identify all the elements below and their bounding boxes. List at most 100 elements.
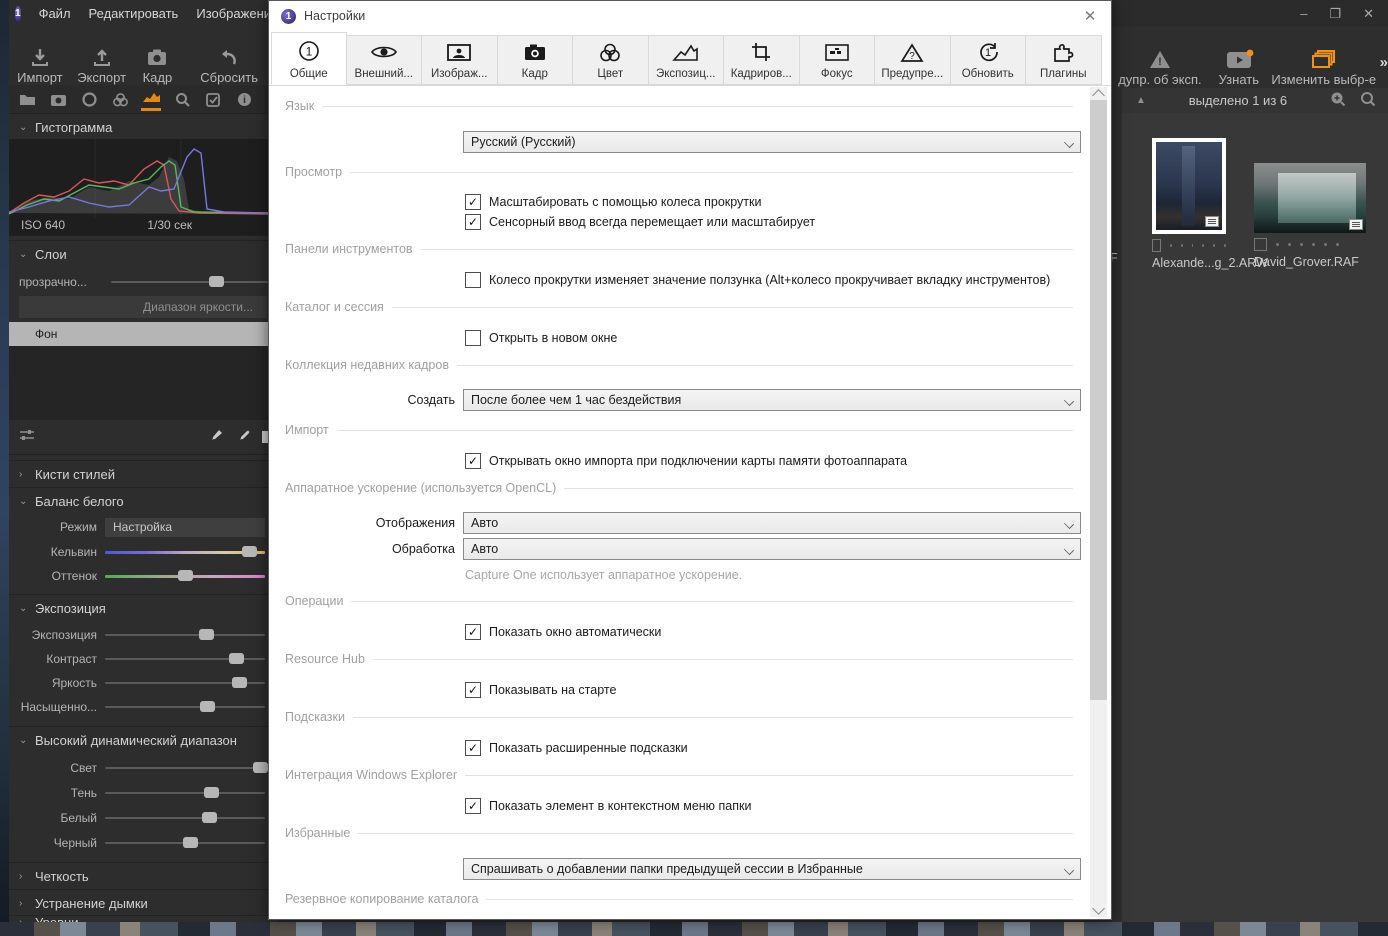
contrast-slider[interactable] <box>105 653 265 664</box>
checkbox-icon[interactable]: ✓ <box>465 453 481 469</box>
select-checkbox[interactable] <box>1254 238 1267 251</box>
tab-plugins[interactable]: Плагины <box>1026 35 1102 85</box>
checkbox-icon[interactable]: ✓ <box>465 214 481 230</box>
thumbnail-image-waterfall[interactable] <box>1254 163 1366 233</box>
tab-appearance[interactable]: Внешний... <box>346 35 422 85</box>
checkbox-show-window-auto[interactable]: ✓ Показать окно автоматически <box>465 624 661 640</box>
import-button[interactable]: Импорт <box>9 47 71 85</box>
checkbox-open-new-window[interactable]: Открыть в новом окне <box>465 330 617 346</box>
maximize-button[interactable]: ❐ <box>1329 6 1341 22</box>
tab-general[interactable]: 1 Общие <box>271 32 347 85</box>
tab-warnings[interactable]: ? Предупре... <box>875 35 951 85</box>
capture-button[interactable]: Кадр <box>133 47 183 85</box>
thumbnail-item[interactable]: Alexande...g_2.ARW <box>1152 138 1268 270</box>
info-tab-icon[interactable]: i <box>234 90 254 108</box>
checkbox-extended-tooltips[interactable]: ✓ Показать расширенные подсказки <box>465 740 688 756</box>
minimize-button[interactable]: – <box>1300 6 1307 21</box>
color-tab-icon[interactable] <box>110 90 130 108</box>
rating-row[interactable] <box>1254 238 1368 251</box>
tab-exposure[interactable]: Экспозиц... <box>648 35 724 85</box>
exposure-section-header[interactable]: ⌄ Экспозиция <box>9 594 278 621</box>
checkbox-icon[interactable] <box>465 272 481 288</box>
tab-update[interactable]: 1 Обновить <box>950 35 1026 85</box>
magic-brush-icon[interactable] <box>234 428 252 447</box>
tab-focus[interactable]: Фокус <box>799 35 875 85</box>
language-select[interactable]: Русский (Русский) <box>463 131 1081 153</box>
white-balance-section-header[interactable]: ⌄ Баланс белого <box>9 487 278 514</box>
exposure-tab-icon-active[interactable] <box>141 88 161 111</box>
filmstrip[interactable] <box>0 922 1388 936</box>
style-brushes-section-header[interactable]: › Кисти стилей <box>9 460 278 487</box>
exposure-slider[interactable] <box>105 629 265 640</box>
dialog-titlebar[interactable]: 1 Настройки <box>269 1 1111 31</box>
checkbox-icon[interactable]: ✓ <box>465 194 481 210</box>
library-tab-icon[interactable] <box>17 90 37 108</box>
layer-opacity-row: прозрачно... <box>9 270 268 294</box>
thumbnail-item[interactable]: David_Grover.RAF <box>1254 163 1368 269</box>
checkbox-icon[interactable]: ✓ <box>465 682 481 698</box>
wb-mode-select[interactable]: Настройка <box>105 517 265 537</box>
tab-crop[interactable]: Кадриров... <box>724 35 800 85</box>
menu-edit[interactable]: Редактировать <box>89 6 179 21</box>
clarity-section-header[interactable]: › Четкость <box>9 862 278 889</box>
scroll-down-icon[interactable] <box>1092 902 1105 915</box>
checkbox-show-on-start[interactable]: ✓ Показывать на старте <box>465 682 616 698</box>
dialog-scrollbar[interactable] <box>1090 87 1107 917</box>
layers-section-header[interactable]: ⌄ Слои <box>9 240 278 267</box>
edit-selected-button[interactable]: Изменить выбр-е <box>1270 49 1378 87</box>
kelvin-slider[interactable] <box>105 545 265 557</box>
tab-capture[interactable]: Кадр <box>497 35 573 85</box>
menu-file[interactable]: Файл <box>39 6 71 21</box>
search-icon[interactable] <box>1360 91 1376 110</box>
collapse-up-icon[interactable]: ▲ <box>1136 95 1146 106</box>
export-button[interactable]: Экспорт <box>71 47 133 85</box>
lens-tab-icon[interactable] <box>79 90 99 108</box>
checkbox-icon[interactable]: ✓ <box>465 798 481 814</box>
draw-mask-icon[interactable] <box>208 428 224 447</box>
highlight-slider[interactable] <box>105 762 269 773</box>
favorites-select[interactable]: Спрашивать о добавлении папки предыдущей… <box>463 858 1081 880</box>
brightness-slider[interactable] <box>105 677 265 688</box>
details-tab-icon[interactable] <box>172 90 192 108</box>
luma-range-button[interactable]: Диапазон яркости... <box>19 296 267 318</box>
capture-tab-icon[interactable] <box>48 90 68 108</box>
dialog-close-button[interactable]: ✕ <box>1077 5 1103 27</box>
black-slider[interactable] <box>105 837 265 848</box>
shadow-slider[interactable] <box>105 787 265 798</box>
hdr-section-header[interactable]: ⌄ Высокий динамический диапазон <box>9 726 278 753</box>
rating-row[interactable] <box>1152 239 1226 252</box>
white-slider[interactable] <box>105 812 265 823</box>
close-button[interactable]: ✕ <box>1363 6 1374 22</box>
select-checkbox[interactable] <box>1152 239 1161 252</box>
checkbox-icon[interactable] <box>465 330 481 346</box>
menu-image[interactable]: Изображение <box>196 6 274 21</box>
scrollbar-thumb[interactable] <box>1090 100 1107 700</box>
checkbox-touch-pan[interactable]: ✓ Сенсорный ввод всегда перемещает или м… <box>465 214 815 230</box>
opacity-slider[interactable] <box>111 276 268 287</box>
chevron-down-icon: ⌄ <box>19 121 28 133</box>
checkbox-scroll-zoom[interactable]: ✓ Масштабировать с помощью колеса прокру… <box>465 194 761 210</box>
saturation-slider[interactable] <box>105 701 265 712</box>
processing-select[interactable]: Авто <box>463 538 1081 560</box>
learn-button[interactable]: Узнать <box>1208 49 1270 87</box>
display-select[interactable]: Авто <box>463 512 1081 534</box>
checkbox-context-menu-item[interactable]: ✓ Показать элемент в контекстном меню па… <box>465 798 751 814</box>
background-layer-row[interactable]: Фон <box>9 322 268 346</box>
create-select[interactable]: После более чем 1 час бездействия <box>463 389 1081 411</box>
tab-color[interactable]: Цвет <box>573 35 649 85</box>
checkbox-icon[interactable]: ✓ <box>465 740 481 756</box>
histogram-section-header[interactable]: ⌄ Гистограмма <box>9 113 278 140</box>
layer-settings-icon[interactable] <box>19 428 35 446</box>
dehaze-section-header[interactable]: › Устранение дымки <box>9 889 278 916</box>
checkbox-import-on-card[interactable]: ✓ Открывать окно импорта при подключении… <box>465 453 907 469</box>
tab-image[interactable]: Изображ... <box>422 35 498 85</box>
tint-slider[interactable] <box>105 569 265 581</box>
exposure-warning-button[interactable]: ! дупр. об эксп. <box>1112 49 1208 87</box>
checkbox-icon[interactable]: ✓ <box>465 624 481 640</box>
thumbnail-image-building[interactable] <box>1152 138 1226 234</box>
zoom-in-icon[interactable] <box>1330 91 1346 110</box>
adjustments-tab-icon[interactable] <box>203 90 223 108</box>
toolbar-overflow-chevron[interactable]: » <box>1380 54 1388 71</box>
checkbox-wheel-slider[interactable]: Колесо прокрутки изменяет значение ползу… <box>465 272 1050 288</box>
reset-button[interactable]: Сбросить <box>190 47 268 85</box>
